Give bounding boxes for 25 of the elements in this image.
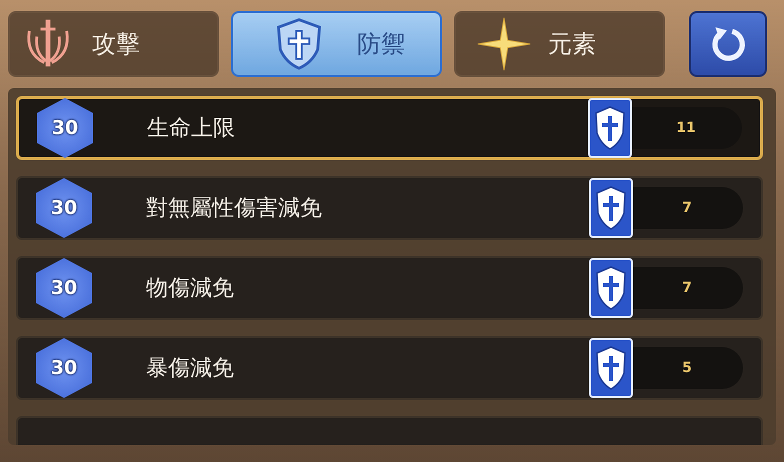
category-tab[interactable]: 防禦	[231, 11, 442, 77]
shield-icon	[589, 178, 633, 238]
stat-value: 11	[630, 107, 742, 149]
refresh-button[interactable]	[689, 11, 767, 77]
level-badge: 30	[36, 338, 92, 398]
stat-row[interactable]: 30 生命上限 11	[16, 96, 763, 160]
shield-icon	[589, 338, 633, 398]
level-badge: 30	[37, 98, 93, 158]
stat-name: 對無屬性傷害減免	[146, 195, 323, 223]
stat-value: 7	[631, 267, 743, 309]
stat-name: 物傷減免	[146, 275, 235, 303]
shield-icon	[588, 98, 632, 158]
stat-row[interactable]: 30 對無屬性傷害減免 7	[16, 176, 763, 240]
category-tab[interactable]: 元素	[454, 11, 665, 77]
level-badge: 30	[36, 178, 92, 238]
stat-value: 7	[631, 187, 743, 229]
sparkle-icon	[476, 16, 532, 72]
category-tab[interactable]: 攻擊	[8, 11, 219, 77]
stat-name: 生命上限	[147, 115, 236, 143]
shield-icon	[589, 258, 633, 318]
stat-row[interactable]: 30 暴傷減免 5	[16, 336, 763, 400]
stat-value: 5	[631, 347, 743, 389]
level-badge: 30	[36, 258, 92, 318]
stat-name: 暴傷減免	[146, 355, 235, 383]
stat-row[interactable]: 30 物傷減免 7	[16, 256, 763, 320]
